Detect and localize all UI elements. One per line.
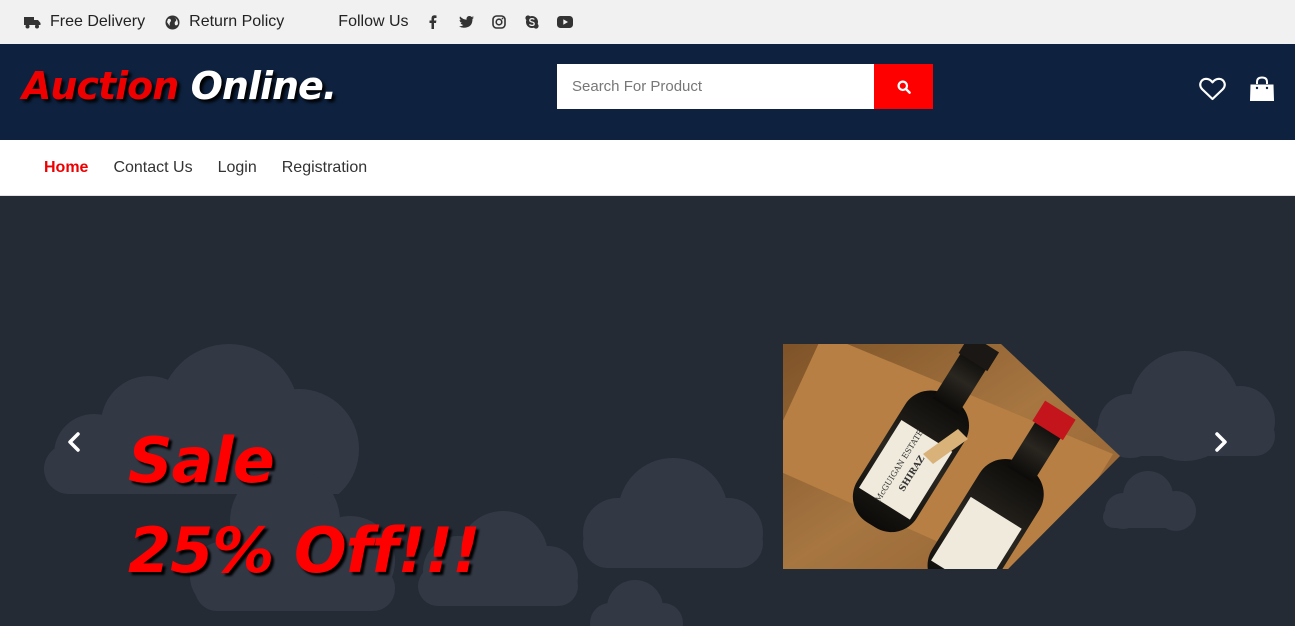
return-policy-label: Return Policy (189, 13, 285, 30)
carousel-prev-button[interactable] (66, 432, 82, 457)
logo-part-online: Online. (190, 64, 338, 108)
search-icon (897, 80, 911, 94)
skype-icon[interactable] (516, 15, 549, 29)
cloud-decoration (590, 580, 683, 626)
follow-us: Follow Us (338, 13, 581, 31)
search-button[interactable] (874, 64, 933, 109)
heart-icon[interactable] (1199, 77, 1226, 101)
chevron-left-icon (68, 432, 80, 452)
hero-headline-discount: 25% Off!!! (128, 514, 480, 587)
logo-part-auction: Auction (22, 64, 179, 108)
wine-bottles-image: McGUIGAN ESTATE SHIRAZ (783, 344, 1120, 569)
nav-item-home[interactable]: Home (44, 159, 88, 177)
chevron-right-icon (1215, 432, 1227, 452)
shopping-bag-icon[interactable] (1249, 76, 1275, 102)
social-links (417, 15, 582, 29)
top-info-bar: Free Delivery Return Policy Follow Us (0, 0, 1295, 44)
search-bar (557, 64, 933, 109)
truck-icon (24, 16, 41, 28)
search-input[interactable] (557, 64, 874, 109)
site-logo[interactable]: Auction Online. (22, 64, 338, 108)
return-policy-info: Return Policy (165, 13, 284, 31)
main-nav: Home Contact Us Login Registration (0, 140, 1295, 196)
nav-item-login[interactable]: Login (218, 159, 257, 177)
hero-headline-sale: Sale (128, 424, 275, 497)
youtube-icon[interactable] (549, 16, 582, 28)
facebook-icon[interactable] (417, 15, 450, 29)
free-delivery-label: Free Delivery (50, 13, 146, 30)
carousel-next-button[interactable] (1213, 432, 1229, 457)
header-actions (1199, 76, 1275, 102)
main-header: Auction Online. (0, 44, 1295, 140)
globe-icon (165, 15, 180, 29)
free-delivery-info: Free Delivery (24, 13, 145, 31)
twitter-icon[interactable] (450, 16, 483, 28)
nav-item-contact-us[interactable]: Contact Us (113, 159, 192, 177)
hero-banner: Sale 25% Off!!! McGUIGAN ESTATE SHIRAZ (0, 196, 1295, 626)
cloud-decoration (583, 458, 763, 568)
nav-item-registration[interactable]: Registration (282, 159, 367, 177)
follow-us-label: Follow Us (338, 13, 409, 30)
instagram-icon[interactable] (483, 15, 516, 29)
